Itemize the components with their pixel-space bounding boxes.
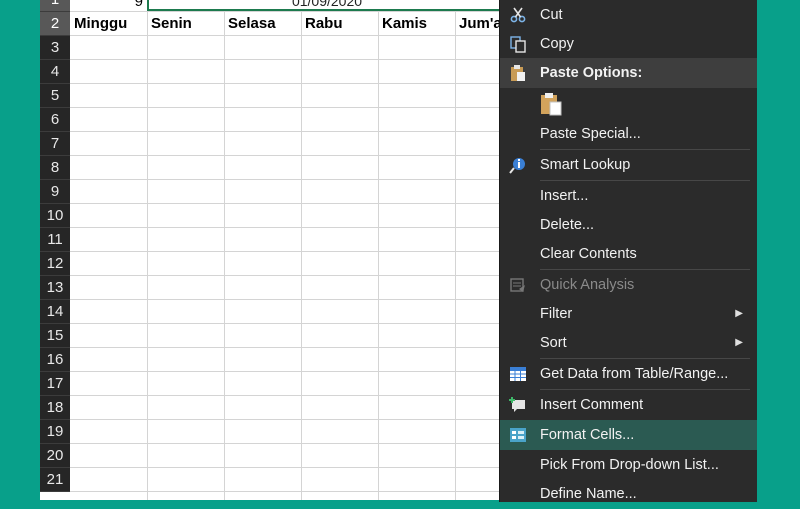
- menu-item-insert-comment[interactable]: Insert Comment: [500, 390, 757, 420]
- menu-item-define-name[interactable]: Define Name...: [500, 479, 757, 509]
- scissors-icon: [508, 5, 528, 25]
- row-header[interactable]: 19: [40, 420, 70, 444]
- menu-label: Get Data from Table/Range...: [540, 366, 729, 382]
- menu-item-smart-lookup[interactable]: Smart Lookup: [500, 150, 757, 180]
- format-cells-icon: [508, 425, 528, 445]
- menu-item-filter[interactable]: Filter ▶: [500, 299, 757, 329]
- row-header[interactable]: 20: [40, 444, 70, 468]
- row-header[interactable]: 5: [40, 84, 70, 108]
- header-cell-kamis[interactable]: Kamis: [378, 12, 455, 36]
- row-header[interactable]: 7: [40, 132, 70, 156]
- menu-item-format-cells[interactable]: Format Cells...: [500, 420, 757, 450]
- copy-icon: [508, 34, 528, 54]
- menu-label: Paste Options:: [540, 65, 643, 81]
- row-header[interactable]: 18: [40, 396, 70, 420]
- gridline: [147, 0, 148, 500]
- menu-label: Format Cells...: [540, 427, 635, 443]
- paste-clipboard-icon: [538, 91, 566, 121]
- menu-label: Insert...: [540, 188, 589, 204]
- gridline: [455, 0, 456, 500]
- menu-label: Smart Lookup: [540, 157, 631, 173]
- context-menu: Cut Copy Paste Options: Paste Special...…: [499, 0, 757, 502]
- menu-item-get-data[interactable]: Get Data from Table/Range...: [500, 359, 757, 389]
- row-header[interactable]: 15: [40, 324, 70, 348]
- header-cell-jumat[interactable]: Jum'a: [455, 12, 505, 36]
- header-cell-rabu[interactable]: Rabu: [301, 12, 378, 36]
- paste-button[interactable]: [536, 89, 566, 119]
- comment-icon: [508, 395, 528, 415]
- menu-item-sort[interactable]: Sort ▶: [500, 328, 757, 358]
- cell-A1[interactable]: 9: [70, 0, 147, 11]
- row-header[interactable]: 6: [40, 108, 70, 132]
- header-cell-selasa[interactable]: Selasa: [224, 12, 301, 36]
- menu-label: Filter: [540, 306, 573, 322]
- menu-label: Pick From Drop-down List...: [540, 457, 719, 473]
- header-cell-minggu[interactable]: Minggu: [70, 12, 147, 36]
- row-header[interactable]: 9: [40, 180, 70, 204]
- submenu-arrow-icon: ▶: [735, 337, 743, 348]
- menu-item-delete[interactable]: Delete...: [500, 210, 757, 240]
- clipboard-icon: [508, 63, 528, 83]
- row-header[interactable]: 10: [40, 204, 70, 228]
- menu-item-paste-special[interactable]: Paste Special...: [500, 119, 757, 149]
- row-header[interactable]: 12: [40, 252, 70, 276]
- gridline: [224, 0, 225, 500]
- menu-label: Insert Comment: [540, 397, 644, 413]
- menu-item-cut[interactable]: Cut: [500, 0, 757, 30]
- menu-item-copy[interactable]: Copy: [500, 29, 757, 59]
- row-header[interactable]: 21: [40, 468, 70, 492]
- menu-label: Quick Analysis: [540, 277, 635, 293]
- row-header[interactable]: 3: [40, 36, 70, 60]
- table-icon: [508, 364, 528, 384]
- row-header[interactable]: 17: [40, 372, 70, 396]
- gridline: [301, 0, 302, 500]
- paste-options-header: Paste Options:: [500, 58, 757, 88]
- quick-analysis-icon: [508, 275, 528, 295]
- submenu-arrow-icon: ▶: [735, 308, 743, 319]
- menu-item-quick-analysis[interactable]: Quick Analysis: [500, 270, 757, 300]
- menu-label: Paste Special...: [540, 126, 641, 142]
- row-header[interactable]: 16: [40, 348, 70, 372]
- menu-item-pick-from-list[interactable]: Pick From Drop-down List...: [500, 450, 757, 480]
- gridline: [378, 0, 379, 500]
- row-header[interactable]: 14: [40, 300, 70, 324]
- menu-label: Cut: [540, 7, 563, 23]
- menu-label: Delete...: [540, 217, 594, 233]
- menu-label: Copy: [540, 36, 574, 52]
- row-header[interactable]: 2: [40, 12, 70, 36]
- menu-label: Define Name...: [540, 486, 637, 502]
- menu-item-clear-contents[interactable]: Clear Contents: [500, 239, 757, 269]
- menu-item-insert[interactable]: Insert...: [500, 181, 757, 211]
- header-cell-senin[interactable]: Senin: [147, 12, 224, 36]
- menu-label: Clear Contents: [540, 246, 637, 262]
- row-header[interactable]: 11: [40, 228, 70, 252]
- row-header[interactable]: 4: [40, 60, 70, 84]
- menu-label: Sort: [540, 335, 567, 351]
- merged-date-cell[interactable]: 01/09/2020: [147, 0, 507, 11]
- row-header[interactable]: 8: [40, 156, 70, 180]
- smart-lookup-icon: [508, 155, 528, 175]
- row-header[interactable]: 13: [40, 276, 70, 300]
- row-header[interactable]: 1: [40, 0, 70, 12]
